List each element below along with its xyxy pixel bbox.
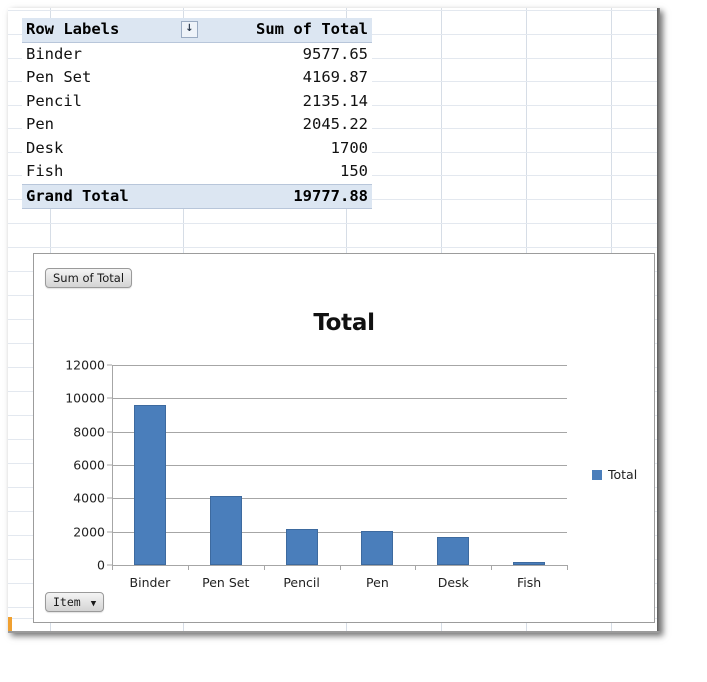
y-axis-tick-label: 2000 [73,524,105,540]
filter-sort-dropdown-icon[interactable]: ↓ [181,21,198,39]
x-axis-tick-mark [567,565,568,570]
row-label[interactable]: Fish [22,160,202,184]
x-axis-tick-label: Fish [516,575,542,590]
row-label[interactable]: Pen [22,113,202,137]
y-axis-tick-mark [107,431,112,433]
gridline [112,531,567,533]
x-axis-tick-mark [339,565,341,570]
chart-bar[interactable] [133,405,166,565]
chart-plot-area: 0 2000 4000 6000 8000 10000 12000 Binder Pen Se… [65,358,568,590]
axis-field-button[interactable]: Item ▼ [45,592,105,612]
row-label[interactable]: Desk [22,136,202,160]
sheet-bottom-edge [8,631,660,633]
spreadsheet-sheet[interactable]: Row Labels ↓ Sum of Total Binder 9577.65… [8,8,660,633]
pivot-header-row-labels[interactable]: Row Labels ↓ [22,18,202,43]
pivot-header-row-labels-text: Row Labels [26,20,120,38]
x-axis-tick-label: Pen Set [202,575,250,590]
legend-swatch-total [592,469,602,480]
legend-label-total: Total [608,467,638,482]
axis-field-button-label: Item [53,595,81,609]
grand-total-label: Grand Total [22,183,202,209]
y-axis-tick-mark [107,364,112,366]
x-axis-tick-label: Binder [129,575,171,590]
chart-bar[interactable] [361,530,394,565]
table-row[interactable]: Fish 150 [22,160,372,184]
y-axis-tick-mark [107,397,112,399]
sheet-corner-marker [8,617,12,631]
y-axis-tick-label: 4000 [73,490,105,506]
gridline [112,365,567,366]
x-axis-tick-mark [187,565,189,570]
chart-bar[interactable] [437,536,470,565]
row-label[interactable]: Pen Set [22,66,202,90]
table-row[interactable]: Desk 1700 [22,136,372,160]
table-row[interactable]: Binder 9577.65 [22,42,372,66]
gridline [112,398,567,400]
row-label[interactable]: Pencil [22,89,202,113]
pivot-chart[interactable]: Sum of Total Item ▼ Total 0 2000 4000 6000 80… [33,253,655,623]
table-row[interactable]: Pencil 2135.14 [22,89,372,113]
screenshot-root: Row Labels ↓ Sum of Total Binder 9577.65… [0,0,707,682]
y-axis-tick-label: 6000 [73,457,105,473]
x-axis-tick-mark [491,565,493,570]
row-label[interactable]: Binder [22,42,202,66]
x-axis-tick-label: Pen [366,575,389,590]
row-value[interactable]: 9577.65 [202,42,372,66]
grand-total-value: 19777.88 [202,183,372,209]
sheet-right-edge [657,8,660,633]
gridline [112,498,567,500]
table-row[interactable]: Pen Set 4169.87 [22,66,372,90]
x-axis-tick-mark [415,565,417,570]
row-value[interactable]: 4169.87 [202,66,372,90]
y-axis-tick-mark [107,464,112,466]
row-divider [8,223,660,224]
y-axis-tick-label: 12000 [65,357,105,373]
row-value[interactable]: 1700 [202,136,372,160]
y-axis-tick-label: 8000 [73,424,105,440]
row-divider [8,10,660,11]
value-field-button[interactable]: Sum of Total [45,268,133,288]
y-axis-tick-label: 0 [97,557,105,573]
pivot-header-sum-of-total[interactable]: Sum of Total [202,18,372,43]
row-value[interactable]: 2135.14 [202,89,372,113]
pivot-header-row: Row Labels ↓ Sum of Total [22,18,372,43]
chart-bar[interactable] [209,495,242,565]
chevron-down-icon: ▼ [90,599,97,609]
x-axis-tick-mark [263,565,265,570]
x-axis-tick-label: Desk [437,575,469,590]
y-axis-tick-label: 10000 [65,390,105,406]
chart-bar[interactable] [513,562,545,565]
gridline [112,431,567,433]
x-axis-tick-mark [112,565,113,570]
row-divider [8,247,660,248]
row-value[interactable]: 2045.22 [202,113,372,137]
row-value[interactable]: 150 [202,160,372,184]
pivot-table[interactable]: Row Labels ↓ Sum of Total Binder 9577.65… [22,18,372,209]
grand-total-row[interactable]: Grand Total 19777.88 [22,183,372,209]
table-row[interactable]: Pen 2045.22 [22,113,372,137]
y-axis-tick-mark [107,531,112,533]
chart-legend[interactable]: Total [592,467,637,482]
chart-bar[interactable] [285,529,318,565]
chart-title: Total [313,310,375,336]
x-axis-tick-label: Pencil [283,575,320,590]
y-axis-tick-mark [107,497,112,499]
gridline [112,465,567,466]
